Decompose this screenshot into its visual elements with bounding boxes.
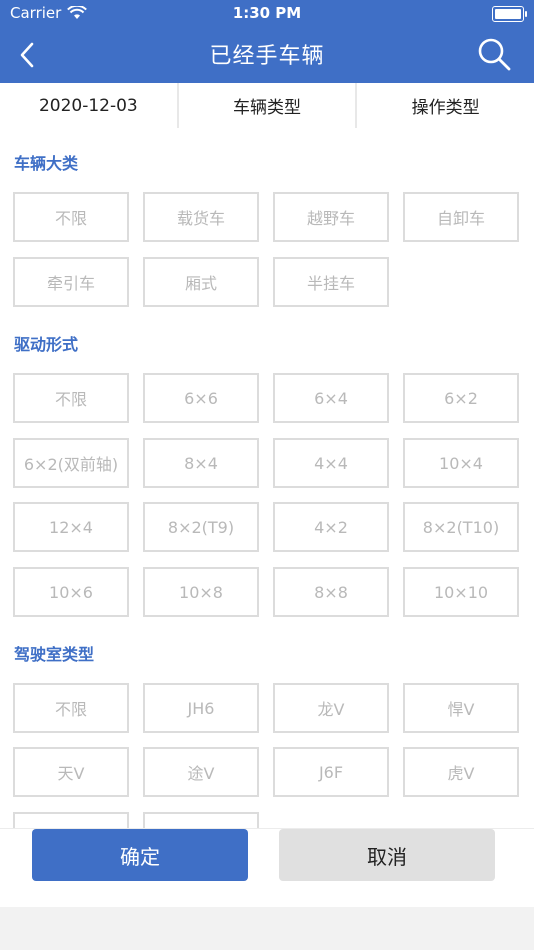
option-drive-type[interactable]: 12×4 <box>13 502 129 552</box>
option-vehicle-category[interactable]: 越野车 <box>273 192 389 242</box>
option-cab-type[interactable]: 虎V <box>403 747 519 797</box>
option-drive-type[interactable]: 8×8 <box>273 567 389 617</box>
option-vehicle-category[interactable]: 不限 <box>13 192 129 242</box>
options-panel: 车辆大类 不限 载货车 越野车 自卸车 牵引车 厢式 半挂车 驱动形式 不限 6… <box>0 128 534 828</box>
option-cab-type[interactable]: J6F <box>273 747 389 797</box>
filter-bar: 2020-12-03 车辆类型 操作类型 <box>0 83 534 129</box>
option-cab-type-partial[interactable] <box>13 812 129 828</box>
option-vehicle-category[interactable]: 自卸车 <box>403 192 519 242</box>
option-cab-type-partial[interactable] <box>143 812 259 828</box>
option-drive-type[interactable]: 4×4 <box>273 438 389 488</box>
option-drive-type[interactable]: 不限 <box>13 373 129 423</box>
battery-icon <box>492 6 527 22</box>
filter-operation-type[interactable]: 操作类型 <box>357 83 534 128</box>
option-drive-type[interactable]: 10×10 <box>403 567 519 617</box>
option-drive-type[interactable]: 8×2(T9) <box>143 502 259 552</box>
option-cab-type[interactable]: 龙V <box>273 683 389 733</box>
search-icon[interactable] <box>476 36 512 72</box>
option-cab-type[interactable]: 悍V <box>403 683 519 733</box>
section-title-cab-type: 驾驶室类型 <box>14 645 95 664</box>
option-drive-type[interactable]: 4×2 <box>273 502 389 552</box>
option-cab-type[interactable]: 天V <box>13 747 129 797</box>
option-drive-type[interactable]: 10×4 <box>403 438 519 488</box>
nav-bar: 已经手车辆 <box>0 28 534 83</box>
option-drive-type[interactable]: 6×6 <box>143 373 259 423</box>
option-vehicle-category[interactable]: 半挂车 <box>273 257 389 307</box>
status-time: 1:30 PM <box>232 4 302 22</box>
option-drive-type[interactable]: 6×2 <box>403 373 519 423</box>
section-title-vehicle-category: 车辆大类 <box>14 154 79 173</box>
confirm-button[interactable]: 确定 <box>32 829 248 881</box>
app-header: Carrier 1:30 PM 已经手车辆 <box>0 0 534 83</box>
status-bar: Carrier 1:30 PM <box>0 0 534 28</box>
option-cab-type[interactable]: JH6 <box>143 683 259 733</box>
option-drive-type[interactable]: 6×2(双前轴) <box>13 438 129 488</box>
option-vehicle-category[interactable]: 载货车 <box>143 192 259 242</box>
page-title: 已经手车辆 <box>209 44 325 69</box>
option-vehicle-category[interactable]: 牵引车 <box>13 257 129 307</box>
option-drive-type[interactable]: 6×4 <box>273 373 389 423</box>
option-drive-type[interactable]: 10×6 <box>13 567 129 617</box>
section-title-drive-type: 驱动形式 <box>14 335 79 354</box>
option-drive-type[interactable]: 10×8 <box>143 567 259 617</box>
option-drive-type[interactable]: 8×2(T10) <box>403 502 519 552</box>
option-vehicle-category[interactable]: 厢式 <box>143 257 259 307</box>
option-drive-type[interactable]: 8×4 <box>143 438 259 488</box>
filter-date[interactable]: 2020-12-03 <box>0 83 179 128</box>
option-cab-type[interactable]: 不限 <box>13 683 129 733</box>
filter-vehicle-type[interactable]: 车辆类型 <box>179 83 358 128</box>
option-cab-type[interactable]: 途V <box>143 747 259 797</box>
action-bar: 确定 取消 <box>0 828 534 907</box>
cancel-button[interactable]: 取消 <box>279 829 495 881</box>
